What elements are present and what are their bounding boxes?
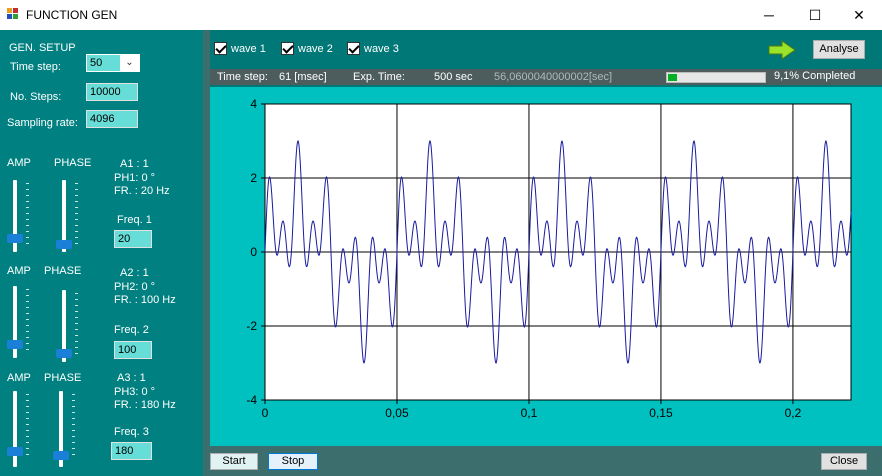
start-button[interactable]: Start [210,453,258,470]
checkbox-checked-icon[interactable] [347,42,360,55]
close-window-button[interactable]: ✕ [836,0,882,30]
stop-button[interactable]: Stop [268,453,318,470]
no-steps-field[interactable]: 10000 [86,83,138,101]
gen-setup-heading: GEN. SETUP [9,42,76,54]
panel-divider [203,30,210,476]
progress-bar [666,72,766,83]
amp-slider-3-ticks [26,394,30,460]
phase-slider-3-ticks [72,394,76,460]
status-time-step-label: Time step: [217,71,268,83]
sampling-rate-field[interactable]: 4096 [86,110,138,128]
waveform-chart: 0 0,05 0,1 0,15 0,2 4 2 0 -2 -4 [246,97,852,420]
wave1-label: wave 1 [231,42,266,55]
x-tick-label: 0,15 [649,406,673,420]
main-window: GEN. SETUP Time step: 50 ⌄ No. Steps: 10… [0,30,882,476]
ph3-label: PH3: 0 ° [114,386,156,398]
checkbox-checked-icon[interactable] [281,42,294,55]
freq1-field[interactable]: 20 [114,230,152,248]
amp-slider-1-thumb[interactable] [7,234,23,243]
chevron-down-icon[interactable]: ⌄ [120,55,139,71]
a1-label: A1 : 1 [120,158,149,170]
a2-label: A2 : 1 [120,267,149,279]
time-step-value: 50 [90,57,103,69]
y-tick-label: 4 [250,97,257,111]
wave2-label: wave 2 [298,42,333,55]
a3-label: A3 : 1 [117,372,146,384]
time-step-label: Time step: [10,61,61,73]
ph2-label: PH2: 0 ° [114,281,156,293]
amp-label-2: AMP [7,265,31,277]
bottom-strip: Start Stop Close [210,446,882,476]
x-tick-label: 0 [262,406,269,420]
checkbox-checked-icon[interactable] [214,42,227,55]
app-icon [7,8,19,20]
phase-slider-2-ticks [75,293,79,359]
right-arrow-icon [768,40,796,60]
fr1-label: FR. : 20 Hz [114,185,170,197]
minimize-button[interactable]: ─ [746,0,792,30]
x-tick-label: 0,2 [785,406,802,420]
close-button[interactable]: Close [821,453,867,470]
amp-slider-2-ticks [26,289,30,355]
ph1-label: PH1: 0 ° [114,172,156,184]
amp-slider-3-thumb[interactable] [7,447,23,456]
phase-label-2: PHASE [44,265,82,277]
freq2-label: Freq. 2 [114,324,149,336]
phase-slider-1-thumb[interactable] [56,240,72,249]
freq1-label: Freq. 1 [117,214,152,226]
phase-slider-2-thumb[interactable] [56,349,72,358]
y-tick-label: -4 [246,393,257,407]
status-time-step-value: 61 [msec] [279,71,327,83]
no-steps-label: No. Steps: [10,91,62,103]
y-tick-label: -2 [246,319,257,333]
wave3-label: wave 3 [364,42,399,55]
amp-label-1: AMP [7,157,31,169]
amp-slider-2-thumb[interactable] [7,340,23,349]
exp-time-value: 500 sec [434,71,473,83]
sampling-rate-label: Sampling rate: [7,117,78,129]
y-tick-label: 0 [250,245,257,259]
amp-slider-1-ticks [26,183,30,249]
elapsed-value: 56,0600040000002[sec] [494,71,613,83]
phase-slider-3-thumb[interactable] [53,451,69,460]
phase-label-3: PHASE [44,372,82,384]
wave1-checkbox[interactable]: wave 1 [214,42,266,55]
time-step-select[interactable]: 50 ⌄ [86,54,140,72]
y-tick-label: 2 [250,171,257,185]
exp-time-label: Exp. Time: [353,71,405,83]
progress-bar-fill [668,74,677,81]
wave3-checkbox[interactable]: wave 3 [347,42,399,55]
fr3-label: FR. : 180 Hz [114,399,176,411]
x-tick-label: 0,05 [385,406,409,420]
chart-area: 0 0,05 0,1 0,15 0,2 4 2 0 -2 -4 [210,87,882,446]
maximize-button[interactable]: ☐ [792,0,838,30]
window-title: FUNCTION GEN [26,8,118,22]
amp-label-3: AMP [7,372,31,384]
phase-label-1: PHASE [54,157,92,169]
phase-slider-1-ticks [75,183,79,249]
x-tick-label: 0,1 [521,406,538,420]
wave2-checkbox[interactable]: wave 2 [281,42,333,55]
analyse-button[interactable]: Analyse [813,40,865,59]
left-panel: GEN. SETUP Time step: 50 ⌄ No. Steps: 10… [0,30,203,476]
fr2-label: FR. : 100 Hz [114,294,176,306]
freq3-label: Freq. 3 [114,426,149,438]
freq3-field[interactable]: 180 [111,442,152,460]
title-bar: FUNCTION GEN ─ ☐ ✕ [0,0,882,30]
freq2-field[interactable]: 100 [114,341,152,359]
progress-label: 9,1% Completed [774,70,856,82]
